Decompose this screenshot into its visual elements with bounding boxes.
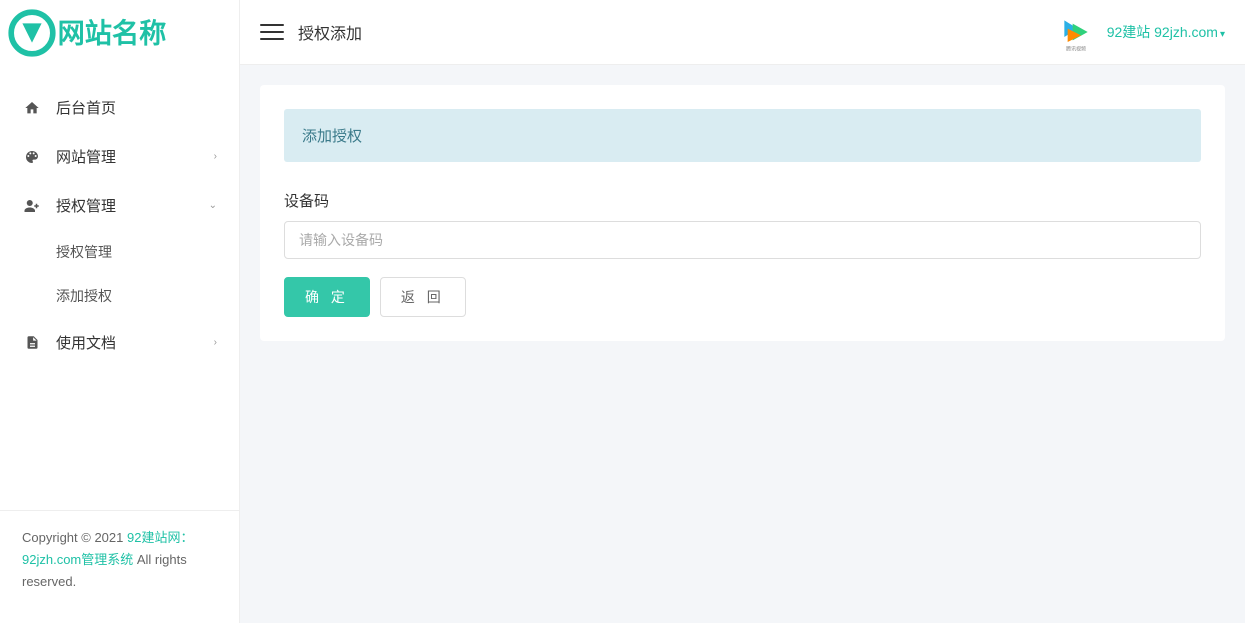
sidebar-item-label: 使用文档 (56, 332, 116, 353)
chevron-right-icon: › (214, 337, 217, 348)
chevron-right-icon: › (214, 151, 217, 162)
sidebar-item-label: 网站管理 (56, 146, 116, 167)
logo[interactable]: 网站名称 (0, 0, 239, 65)
content: 添加授权 设备码 确 定 返 回 (240, 65, 1245, 361)
menu-toggle-icon[interactable] (260, 20, 284, 44)
logo-image: 网站名称 (8, 9, 216, 57)
confirm-button[interactable]: 确 定 (284, 277, 370, 317)
device-code-label: 设备码 (284, 190, 1201, 211)
sidebar-submenu-auth: 授权管理 添加授权 (0, 230, 239, 318)
palette-icon (22, 149, 42, 165)
sidebar-item-site[interactable]: 网站管理 › (0, 132, 239, 181)
page-title: 授权添加 (298, 20, 362, 44)
avatar-icon: 腾讯视频 (1056, 12, 1096, 52)
sidebar-subitem-auth-manage[interactable]: 授权管理 (0, 230, 239, 274)
sidebar: 网站名称 后台首页 网站管理 › 授权管理 (0, 0, 240, 623)
person-plus-icon (22, 199, 42, 213)
svg-text:腾讯视频: 腾讯视频 (1066, 45, 1086, 52)
user-menu-label: 92建站 92jzh.com (1107, 24, 1218, 40)
avatar[interactable]: 腾讯视频 (1055, 11, 1097, 53)
chevron-down-icon: ⌄ (209, 200, 217, 211)
caret-down-icon: ▾ (1220, 29, 1225, 40)
sidebar-item-label: 后台首页 (56, 97, 116, 118)
sidebar-footer: Copyright © 2021 92建站网：92jzh.com管理系统 All… (0, 510, 239, 623)
user-menu[interactable]: 92建站 92jzh.com▾ (1107, 22, 1225, 42)
sidebar-item-docs[interactable]: 使用文档 › (0, 318, 239, 367)
svg-text:网站名称: 网站名称 (58, 17, 167, 48)
device-code-input[interactable] (284, 221, 1201, 259)
sidebar-subitem-auth-add[interactable]: 添加授权 (0, 274, 239, 318)
sidebar-item-label: 授权管理 (56, 195, 116, 216)
nav: 后台首页 网站管理 › 授权管理 ⌄ 授权管理 添加授权 (0, 65, 239, 510)
back-button[interactable]: 返 回 (380, 277, 466, 317)
sidebar-item-home[interactable]: 后台首页 (0, 83, 239, 132)
main: 授权添加 腾讯视频 92建站 92jzh.com▾ 添加授权 设备 (240, 0, 1245, 623)
card-title: 添加授权 (284, 109, 1201, 162)
topbar: 授权添加 腾讯视频 92建站 92jzh.com▾ (240, 0, 1245, 65)
form-card: 添加授权 设备码 确 定 返 回 (260, 85, 1225, 341)
sidebar-item-auth[interactable]: 授权管理 ⌄ (0, 181, 239, 230)
copyright-prefix: Copyright © 2021 (22, 530, 127, 545)
home-icon (22, 100, 42, 116)
doc-icon (22, 335, 42, 350)
